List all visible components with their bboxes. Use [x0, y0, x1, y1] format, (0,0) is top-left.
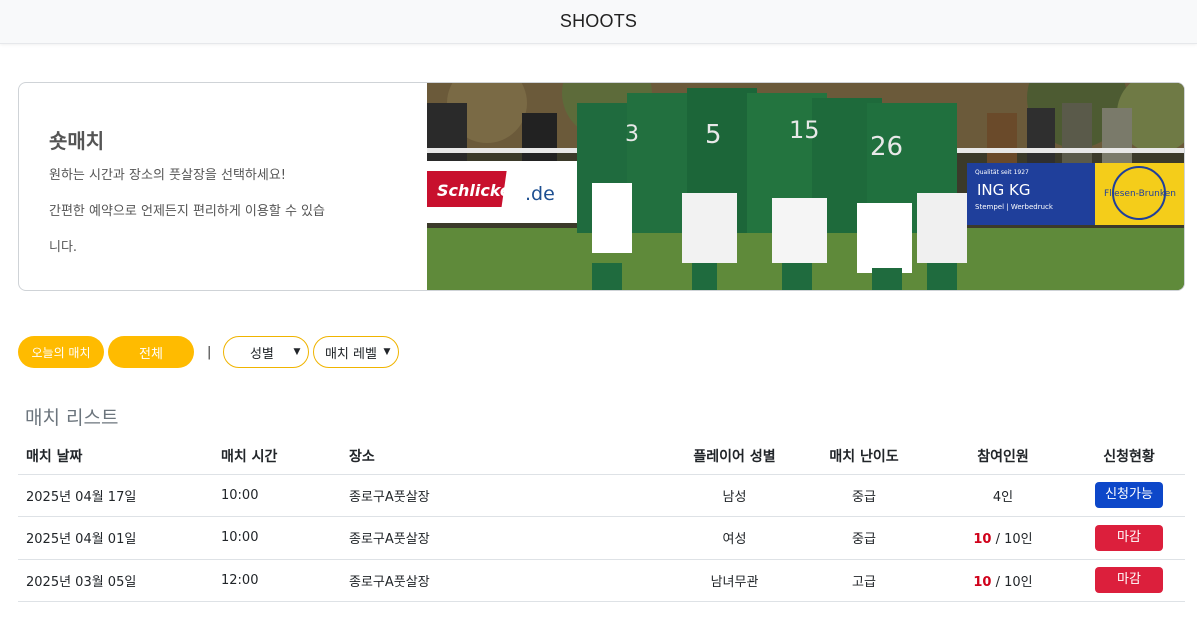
table-row[interactable]: 2025년 04월 01일 10:00 종로구A풋살장 여성 중급 10 / 1…	[18, 516, 1185, 560]
hero-banner: 숏매치 원하는 시간과 장소의 풋살장을 선택하세요! 간편한 예약으로 언제든…	[18, 82, 1185, 291]
apply-open-button[interactable]: 신청가능	[1095, 482, 1163, 509]
svg-text:3: 3	[625, 122, 639, 147]
count-total: 10인	[1004, 532, 1033, 548]
match-gender: 남녀무관	[674, 559, 795, 602]
brand-logo[interactable]: SHOOTS	[560, 11, 637, 32]
sponsor-fliesen: Fliesen-Brunken	[1104, 189, 1176, 199]
count-current: 10	[973, 574, 992, 590]
hero-desc-line: 니다.	[49, 240, 78, 255]
hero-desc-line: 원하는 시간과 장소의 풋살장을 선택하세요!	[49, 168, 287, 183]
level-select-value: 매치 레벨	[324, 346, 377, 362]
gender-select-value: 성별	[249, 346, 274, 362]
count-total: 10인	[1004, 574, 1033, 590]
count-separator: /	[991, 574, 1005, 590]
col-level: 매치 난이도	[795, 438, 933, 475]
match-date: 2025년 03월 05일	[18, 559, 213, 602]
svg-text:5: 5	[705, 120, 722, 150]
match-time: 12:00	[213, 559, 341, 602]
gender-select[interactable]: 성별 ▼	[223, 336, 310, 368]
match-time: 10:00	[213, 474, 341, 517]
match-count: 4인	[933, 474, 1073, 517]
match-venue: 종로구A풋살장	[341, 516, 674, 560]
sponsor-small: Qualität seit 1927	[975, 169, 1029, 176]
closed-badge[interactable]: 마감	[1095, 524, 1163, 551]
match-time: 10:00	[213, 516, 341, 560]
hero-text: 숏매치 원하는 시간과 장소의 풋살장을 선택하세요! 간편한 예약으로 언제든…	[19, 83, 427, 290]
sponsor-domain: .de	[525, 183, 555, 205]
match-gender: 여성	[674, 516, 795, 560]
hero-title: 숏매치	[49, 129, 105, 153]
match-list-title: 매치 리스트	[25, 407, 119, 429]
count-current: 10	[973, 532, 992, 548]
table-header-row: 매치 날짜 매치 시간 장소 플레이어 성별 매치 난이도 참여인원 신청현황	[18, 438, 1185, 475]
sponsor-schlickel: Schlickel	[437, 181, 517, 200]
chevron-down-icon: ▼	[293, 347, 301, 357]
match-venue: 종로구A풋살장	[341, 559, 674, 602]
match-level: 고급	[795, 559, 933, 602]
today-match-button[interactable]: 오늘의 매치	[18, 336, 104, 368]
hero-description: 원하는 시간과 장소의 풋살장을 선택하세요! 간편한 예약으로 언제든지 편리…	[49, 158, 397, 266]
hero-photo: Schlickel .de Qualität seit 1927 ING KG …	[427, 83, 1184, 290]
sponsor-kg: ING KG	[977, 181, 1031, 199]
col-gender: 플레이어 성별	[674, 438, 795, 475]
count-separator: /	[991, 532, 1005, 548]
svg-text:26: 26	[870, 132, 903, 162]
svg-text:15: 15	[789, 116, 820, 144]
all-matches-button[interactable]: 전체	[108, 336, 194, 368]
filter-separator: |	[207, 344, 212, 360]
match-count: 10 / 10인	[933, 516, 1073, 560]
col-time: 매치 시간	[213, 438, 341, 475]
level-select[interactable]: 매치 레벨 ▼	[313, 336, 400, 368]
col-venue: 장소	[341, 438, 674, 475]
closed-badge[interactable]: 마감	[1095, 567, 1163, 594]
hero-desc-line: 간편한 예약으로 언제든지 편리하게 이용할 수 있습	[49, 204, 325, 219]
match-date: 2025년 04월 01일	[18, 516, 213, 560]
match-level: 중급	[795, 516, 933, 560]
table-row[interactable]: 2025년 03월 05일 12:00 종로구A풋살장 남녀무관 고급 10 /…	[18, 559, 1185, 602]
filter-bar: 오늘의 매치 전체 | 성별 ▼ 매치 레벨 ▼	[18, 336, 400, 368]
match-table: 매치 날짜 매치 시간 장소 플레이어 성별 매치 난이도 참여인원 신청현황 …	[18, 438, 1185, 602]
match-count: 10 / 10인	[933, 559, 1073, 602]
table-row[interactable]: 2025년 04월 17일 10:00 종로구A풋살장 남성 중급 4인 신청가…	[18, 474, 1185, 517]
top-navbar: SHOOTS	[0, 0, 1197, 44]
count-total: 4인	[992, 489, 1014, 505]
chevron-down-icon: ▼	[383, 347, 391, 357]
match-date: 2025년 04월 17일	[18, 474, 213, 517]
col-status: 신청현황	[1073, 438, 1185, 475]
col-date: 매치 날짜	[18, 438, 213, 475]
match-gender: 남성	[674, 474, 795, 517]
match-level: 중급	[795, 474, 933, 517]
sponsor-sub: Stempel | Werbedruck	[975, 203, 1054, 211]
col-count: 참여인원	[933, 438, 1073, 475]
match-venue: 종로구A풋살장	[341, 474, 674, 517]
